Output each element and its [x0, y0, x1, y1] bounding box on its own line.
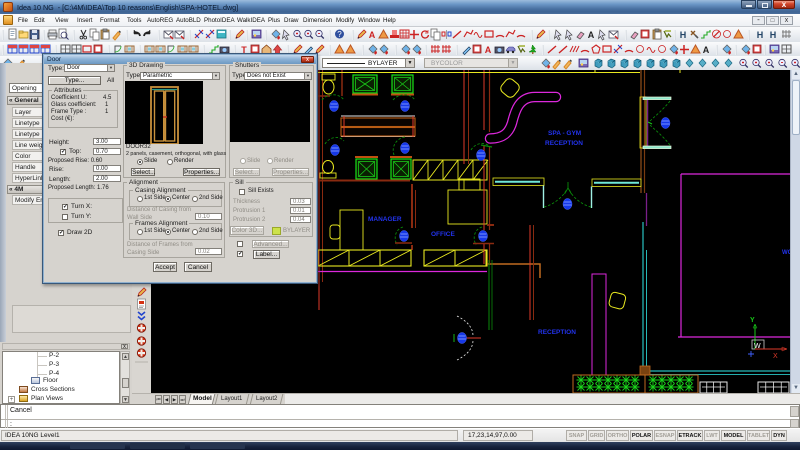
svg-text:X: X	[773, 353, 778, 360]
svg-text:Y: Y	[750, 317, 755, 324]
svg-text:RECEPTION: RECEPTION	[545, 140, 583, 147]
svg-text:RECEPTION: RECEPTION	[538, 329, 576, 336]
svg-text:OFFICE: OFFICE	[431, 231, 455, 238]
svg-text:?: ?	[337, 30, 342, 39]
svg-text:A: A	[369, 30, 376, 40]
svg-text:A: A	[485, 45, 492, 55]
svg-text:MANAGER: MANAGER	[368, 216, 402, 223]
svg-text:A: A	[703, 45, 710, 55]
svg-text:WC: WC	[782, 250, 790, 256]
svg-text:H: H	[757, 30, 764, 40]
svg-text:H: H	[770, 30, 777, 40]
svg-text:A: A	[588, 30, 595, 40]
svg-text:SPA - GYM: SPA - GYM	[548, 130, 581, 137]
svg-text:H: H	[680, 30, 687, 40]
